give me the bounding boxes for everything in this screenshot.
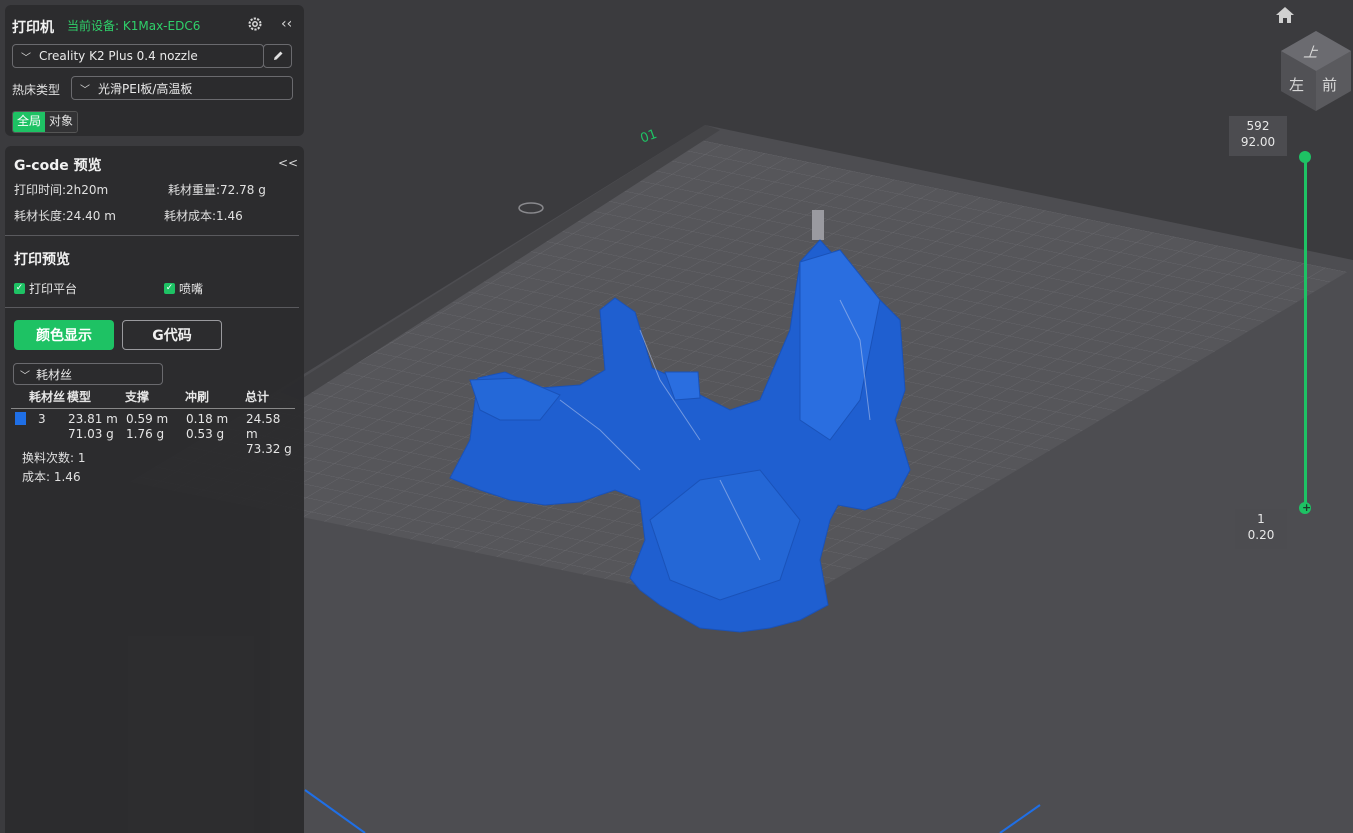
printer-panel: 打印机 当前设备: K1Max-EDC6 ‹‹ ﹀ Creality K2 Pl… — [5, 5, 304, 136]
bed-type-label: 热床类型 — [12, 83, 61, 97]
gcode-title: G-code 预览 — [14, 158, 102, 174]
edit-profile-button[interactable] — [263, 44, 292, 68]
layer-slider-track[interactable] — [1304, 157, 1307, 509]
header-total: 总计 — [245, 388, 295, 409]
viewcube-left-label: 左 — [1289, 76, 1305, 94]
top-layer: 592 — [1246, 119, 1270, 133]
header-support: 支撑 — [125, 388, 185, 409]
slider-add-icon: + — [1302, 501, 1312, 514]
printer-profile-value: Creality K2 Plus 0.4 nozzle — [39, 49, 198, 63]
viewcube-front-label: 前 — [1322, 76, 1338, 94]
home-icon[interactable] — [1275, 6, 1295, 24]
table-header: 耗材丝 模型 支撑 冲刷 总计 — [11, 388, 295, 409]
color-display-button[interactable]: 颜色显示 — [14, 320, 114, 350]
filament-table: 耗材丝 模型 支撑 冲刷 总计 3 23.81 m 71.03 g 0.59 m1… — [11, 388, 295, 458]
filament-cost: 耗材成本:1.46 — [164, 209, 243, 223]
filament-color-swatch[interactable] — [15, 412, 26, 425]
filament-view-value: 耗材丝 — [36, 367, 73, 382]
gcode-preview-panel: G-code 预览 << 打印时间:2h20m 耗材重量:72.78 g 耗材长… — [5, 146, 304, 833]
divider — [5, 307, 299, 308]
bottom-height: 0.20 — [1247, 528, 1275, 542]
current-device: 当前设备: K1Max-EDC6 — [67, 19, 201, 33]
chevron-down-icon: ﹀ — [20, 370, 30, 382]
filament-view-select[interactable]: ﹀ 耗材丝 — [13, 363, 163, 385]
slider-bottom-tooltip: 1 0.20 — [1235, 509, 1287, 549]
gcode-collapse-icon[interactable]: << — [278, 156, 298, 170]
filament-id: 3 — [38, 412, 46, 426]
bed-type-select[interactable]: ﹀ 光滑PEI板/高温板 — [71, 76, 293, 100]
total-length: 24.58 m — [246, 412, 281, 441]
printer-collapse-icon[interactable]: ‹‹ — [281, 16, 292, 32]
checkbox-checked-icon: ✓ — [14, 283, 25, 294]
gear-icon[interactable] — [247, 16, 263, 32]
divider — [5, 235, 299, 236]
checkbox-nozzle[interactable]: ✓ 喷嘴 — [164, 280, 203, 297]
checkbox-checked-icon: ✓ — [164, 283, 175, 294]
support-length: 0.59 m — [126, 412, 169, 426]
wipe-tower — [812, 210, 824, 240]
layer-slider-top-handle[interactable] — [1299, 151, 1311, 163]
slider-top-tooltip: 592 92.00 — [1229, 116, 1287, 156]
gcode-button[interactable]: G代码 — [122, 320, 222, 350]
chevron-down-icon: ﹀ — [21, 52, 31, 64]
model-length: 23.81 m — [68, 412, 118, 426]
bed-type-value: 光滑PEI板/高温板 — [98, 81, 193, 96]
flush-length: 0.18 m — [186, 412, 229, 426]
checkbox-build-plate[interactable]: ✓ 打印平台 — [14, 280, 77, 297]
pencil-icon — [273, 51, 282, 60]
total-weight: 73.32 g — [246, 442, 292, 456]
header-flush: 冲刷 — [185, 388, 245, 409]
tab-global[interactable]: 全局 — [13, 112, 46, 132]
header-model: 模型 — [67, 388, 125, 409]
flush-weight: 0.53 g — [186, 427, 225, 441]
printer-title: 打印机 — [12, 20, 54, 36]
scope-toggle: 全局 对象 — [12, 111, 79, 133]
top-height: 92.00 — [1240, 135, 1276, 149]
checkbox-nozzle-label: 喷嘴 — [179, 282, 204, 296]
filament-changes: 换料次数: 1 — [22, 451, 86, 465]
checkbox-build-plate-label: 打印平台 — [29, 282, 78, 296]
support-weight: 1.76 g — [126, 427, 165, 441]
total-cost: 成本: 1.46 — [22, 470, 81, 484]
filament-length: 耗材长度:24.40 m — [14, 209, 116, 223]
bottom-layer: 1 — [1257, 512, 1265, 526]
model-weight: 71.03 g — [68, 427, 114, 441]
print-time: 打印时间:2h20m — [14, 183, 109, 197]
print-preview-title: 打印预览 — [14, 252, 70, 268]
chevron-down-icon: ﹀ — [80, 84, 90, 96]
printer-profile-select[interactable]: ﹀ Creality K2 Plus 0.4 nozzle — [12, 44, 264, 68]
tab-object[interactable]: 对象 — [45, 112, 78, 132]
filament-weight: 耗材重量:72.78 g — [168, 183, 266, 197]
header-filament: 耗材丝 — [11, 388, 67, 409]
